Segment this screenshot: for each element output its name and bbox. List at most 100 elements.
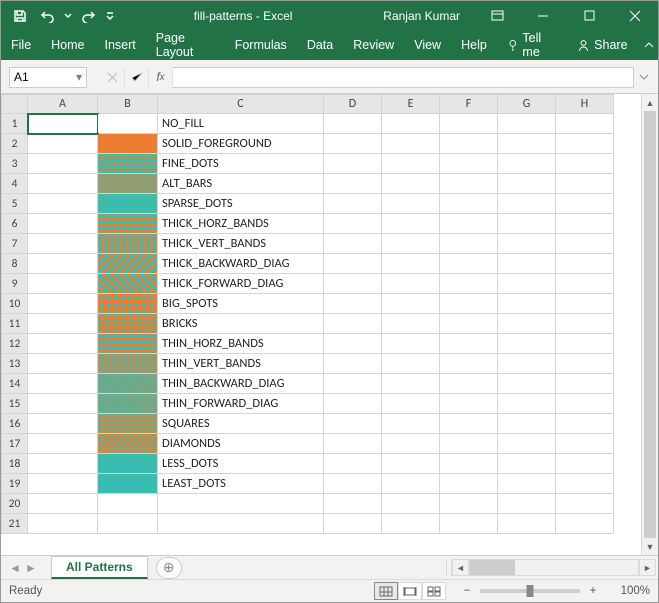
cell-D1[interactable] — [324, 114, 382, 134]
column-header-D[interactable]: D — [324, 95, 382, 114]
cell-C14[interactable]: THIN_BACKWARD_DIAG — [158, 374, 324, 394]
cell-H9[interactable] — [556, 274, 614, 294]
hscroll-right-button[interactable]: ► — [639, 559, 656, 576]
cell-H16[interactable] — [556, 414, 614, 434]
cell-F9[interactable] — [440, 274, 498, 294]
cell-G18[interactable] — [498, 454, 556, 474]
cell-D10[interactable] — [324, 294, 382, 314]
cell-C2[interactable]: SOLID_FOREGROUND — [158, 134, 324, 154]
cell-C11[interactable]: BRICKS — [158, 314, 324, 334]
cell-C17[interactable]: DIAMONDS — [158, 434, 324, 454]
row-header-21[interactable]: 21 — [2, 514, 28, 534]
cell-D7[interactable] — [324, 234, 382, 254]
cell-G2[interactable] — [498, 134, 556, 154]
cell-D14[interactable] — [324, 374, 382, 394]
cell-F15[interactable] — [440, 394, 498, 414]
cell-D16[interactable] — [324, 414, 382, 434]
cell-E1[interactable] — [382, 114, 440, 134]
cell-D2[interactable] — [324, 134, 382, 154]
ribbon-display-options-button[interactable] — [474, 1, 520, 30]
scroll-down-button[interactable]: ▼ — [642, 538, 658, 555]
cell-C21[interactable] — [158, 514, 324, 534]
cell-F16[interactable] — [440, 414, 498, 434]
row-header-12[interactable]: 12 — [2, 334, 28, 354]
tab-view[interactable]: View — [404, 30, 451, 60]
cell-F10[interactable] — [440, 294, 498, 314]
row-header-1[interactable]: 1 — [2, 114, 28, 134]
cell-C7[interactable]: THICK_VERT_BANDS — [158, 234, 324, 254]
cell-E21[interactable] — [382, 514, 440, 534]
cell-F20[interactable] — [440, 494, 498, 514]
row-header-8[interactable]: 8 — [2, 254, 28, 274]
cell-D5[interactable] — [324, 194, 382, 214]
share-button[interactable]: Share — [565, 30, 639, 60]
cell-F6[interactable] — [440, 214, 498, 234]
cell-F1[interactable] — [440, 114, 498, 134]
select-all-cell[interactable] — [2, 95, 28, 114]
cell-A15[interactable] — [28, 394, 98, 414]
cell-H14[interactable] — [556, 374, 614, 394]
cell-H5[interactable] — [556, 194, 614, 214]
cell-G11[interactable] — [498, 314, 556, 334]
cell-H13[interactable] — [556, 354, 614, 374]
cell-C16[interactable]: SQUARES — [158, 414, 324, 434]
cell-B1[interactable] — [98, 114, 158, 134]
cell-D18[interactable] — [324, 454, 382, 474]
row-header-7[interactable]: 7 — [2, 234, 28, 254]
cell-F5[interactable] — [440, 194, 498, 214]
cell-A3[interactable] — [28, 154, 98, 174]
cell-A12[interactable] — [28, 334, 98, 354]
cell-E13[interactable] — [382, 354, 440, 374]
hscroll-thumb[interactable] — [470, 560, 515, 575]
formula-input[interactable] — [173, 67, 634, 88]
row-header-9[interactable]: 9 — [2, 274, 28, 294]
undo-button[interactable] — [35, 3, 61, 29]
tell-me-search[interactable]: Tell me — [497, 30, 565, 60]
normal-view-button[interactable] — [374, 582, 398, 600]
cell-E11[interactable] — [382, 314, 440, 334]
cell-B20[interactable] — [98, 494, 158, 514]
cell-G1[interactable] — [498, 114, 556, 134]
cell-A7[interactable] — [28, 234, 98, 254]
cell-B21[interactable] — [98, 514, 158, 534]
cell-G14[interactable] — [498, 374, 556, 394]
cell-E8[interactable] — [382, 254, 440, 274]
cell-G16[interactable] — [498, 414, 556, 434]
tab-insert[interactable]: Insert — [95, 30, 146, 60]
cell-E5[interactable] — [382, 194, 440, 214]
cell-A1[interactable] — [28, 114, 98, 134]
zoom-percent[interactable]: 100% — [606, 585, 650, 597]
tab-help[interactable]: Help — [451, 30, 497, 60]
column-header-A[interactable]: A — [28, 95, 98, 114]
row-header-6[interactable]: 6 — [2, 214, 28, 234]
tab-formulas[interactable]: Formulas — [225, 30, 297, 60]
cell-C6[interactable]: THICK_HORZ_BANDS — [158, 214, 324, 234]
cell-F17[interactable] — [440, 434, 498, 454]
vscroll-thumb[interactable] — [644, 111, 656, 538]
new-sheet-button[interactable]: ⊕ — [156, 557, 182, 579]
tab-page-layout[interactable]: Page Layout — [146, 30, 225, 60]
row-header-19[interactable]: 19 — [2, 474, 28, 494]
cell-C13[interactable]: THIN_VERT_BANDS — [158, 354, 324, 374]
column-header-F[interactable]: F — [440, 95, 498, 114]
cell-F11[interactable] — [440, 314, 498, 334]
page-break-view-button[interactable] — [422, 582, 446, 600]
row-header-4[interactable]: 4 — [2, 174, 28, 194]
cell-E18[interactable] — [382, 454, 440, 474]
column-header-H[interactable]: H — [556, 95, 614, 114]
cell-A10[interactable] — [28, 294, 98, 314]
qat-customize-dropdown[interactable] — [103, 3, 117, 29]
row-header-13[interactable]: 13 — [2, 354, 28, 374]
row-header-5[interactable]: 5 — [2, 194, 28, 214]
row-header-14[interactable]: 14 — [2, 374, 28, 394]
cell-F4[interactable] — [440, 174, 498, 194]
cell-B2[interactable] — [98, 134, 158, 154]
cell-D4[interactable] — [324, 174, 382, 194]
cancel-formula-button[interactable] — [101, 67, 125, 88]
cell-H18[interactable] — [556, 454, 614, 474]
cell-B14[interactable] — [98, 374, 158, 394]
hscroll-track[interactable] — [469, 559, 639, 576]
cell-C9[interactable]: THICK_FORWARD_DIAG — [158, 274, 324, 294]
cell-D13[interactable] — [324, 354, 382, 374]
cell-E19[interactable] — [382, 474, 440, 494]
